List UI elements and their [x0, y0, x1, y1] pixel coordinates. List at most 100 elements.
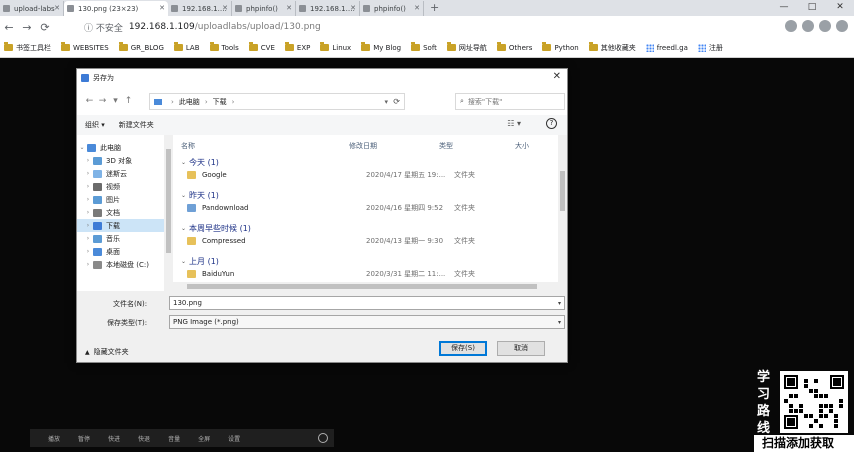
group-header[interactable]: ⌄ 今天 (1) — [181, 157, 219, 168]
chevron-right-icon[interactable]: › — [83, 209, 93, 216]
url-field[interactable]: ⓘ 不安全 192.168.1.109 /uploadlabs/upload/1… — [84, 19, 804, 35]
tree-item[interactable]: › 桌面 — [77, 245, 173, 258]
forward-button[interactable]: → — [18, 21, 36, 34]
chevron-right-icon[interactable]: › — [83, 222, 93, 229]
tree-item[interactable]: › 下载 — [77, 219, 173, 232]
profile-icon[interactable] — [819, 20, 831, 32]
cancel-button[interactable]: 取消 — [497, 341, 545, 356]
bookmark-item[interactable]: WEBSITES — [61, 42, 109, 52]
browser-tab[interactable]: upload-labs ✕ — [0, 1, 64, 16]
browser-tab[interactable]: 130.png (23×23) ✕ — [64, 1, 168, 16]
new-tab-button[interactable]: + — [424, 1, 445, 16]
chevron-right-icon[interactable]: › — [83, 183, 93, 190]
back-button[interactable]: ← — [0, 21, 18, 34]
extension-icon[interactable] — [785, 20, 797, 32]
list-scrollbar[interactable] — [558, 135, 567, 291]
horizontal-scrollbar[interactable] — [173, 282, 567, 291]
reload-button[interactable]: ⟳ — [36, 21, 54, 34]
player-control[interactable]: 暂停 — [78, 434, 90, 443]
bookmark-item[interactable]: freedl.ga — [645, 43, 688, 52]
browser-tab[interactable]: 192.168.1.109/upload/...✕ — [296, 1, 360, 16]
close-tab-icon[interactable]: ✕ — [286, 4, 292, 12]
column-size[interactable]: 大小 — [515, 141, 529, 151]
minimize-button[interactable]: — — [770, 0, 798, 16]
scroll-thumb[interactable] — [560, 171, 565, 211]
search-input[interactable]: ⌕ 搜索"下载" — [455, 93, 565, 110]
close-window-button[interactable]: ✕ — [826, 0, 854, 16]
chevron-down-icon[interactable]: ⌄ — [181, 258, 186, 265]
file-row[interactable]: Google 2020/4/17 星期五 19:... 文件夹 — [187, 168, 543, 182]
column-date[interactable]: 修改日期 — [349, 141, 377, 151]
bookmark-item[interactable]: My Blog — [361, 42, 401, 52]
dialog-close-button[interactable]: ✕ — [553, 71, 561, 82]
tree-item[interactable]: › 文档 — [77, 206, 173, 219]
file-row[interactable]: Compressed 2020/4/13 星期一 9:30 文件夹 — [187, 234, 543, 248]
bookmark-item[interactable]: 书签工具栏 — [4, 42, 51, 53]
chevron-down-icon[interactable]: ⌄ — [181, 225, 186, 232]
player-control[interactable]: 全屏 — [198, 434, 210, 443]
tree-item[interactable]: › 3D 对象 — [77, 154, 173, 167]
extension-icon[interactable] — [802, 20, 814, 32]
recent-dropdown-icon[interactable]: ▾ — [109, 96, 122, 106]
view-options-icon[interactable]: ☷ ▾ — [507, 119, 521, 128]
tree-item[interactable]: › 图片 — [77, 193, 173, 206]
chevron-down-icon[interactable]: ⌄ — [77, 144, 87, 151]
player-control[interactable]: 音量 — [168, 434, 180, 443]
refresh-icon[interactable]: ⟳ — [393, 97, 400, 106]
close-tab-icon[interactable]: ✕ — [222, 4, 228, 12]
help-button[interactable]: ? — [546, 118, 557, 129]
bookmark-item[interactable]: Python — [542, 42, 579, 52]
bookmark-item[interactable]: Linux — [320, 42, 351, 52]
chevron-down-icon[interactable]: ▾ — [558, 319, 561, 326]
save-button[interactable]: 保存(S) — [439, 341, 487, 356]
back-arrow-icon[interactable]: ← — [83, 96, 96, 106]
player-control[interactable]: 设置 — [228, 434, 240, 443]
file-row[interactable]: Pandownload 2020/4/16 星期四 9:52 文件夹 — [187, 201, 543, 215]
organize-button[interactable]: 组织 ▾ — [85, 120, 105, 130]
group-header[interactable]: ⌄ 昨天 (1) — [181, 190, 219, 201]
tree-item[interactable]: ⌄ 此电脑 — [77, 141, 173, 154]
bookmark-item[interactable]: LAB — [173, 42, 200, 52]
tree-item[interactable]: › 音乐 — [77, 232, 173, 245]
player-control[interactable]: 播放 — [48, 434, 60, 443]
close-tab-icon[interactable]: ✕ — [350, 4, 356, 12]
chevron-down-icon[interactable]: ⌄ — [181, 192, 186, 199]
bookmark-item[interactable]: 网址导航 — [446, 42, 487, 53]
scroll-thumb[interactable] — [187, 284, 537, 289]
bookmark-item[interactable]: EXP — [284, 42, 310, 52]
bookmark-item[interactable]: Others — [496, 42, 532, 52]
scroll-thumb[interactable] — [166, 149, 171, 253]
chevron-down-icon[interactable]: ⌄ — [181, 159, 186, 166]
chevron-right-icon[interactable]: › — [83, 157, 93, 164]
power-icon[interactable] — [318, 433, 328, 443]
tree-scrollbar[interactable] — [164, 135, 173, 291]
column-name[interactable]: 名称 — [181, 141, 195, 151]
bookmark-item[interactable]: Tools — [209, 42, 239, 52]
browser-tab[interactable]: 192.168.1.109/upload/...✕ — [168, 1, 232, 16]
bookmark-item[interactable]: Soft — [411, 42, 437, 52]
chevron-right-icon[interactable]: › — [83, 261, 93, 268]
hide-folders-toggle[interactable]: ▲ 隐藏文件夹 — [85, 347, 129, 357]
up-arrow-icon[interactable]: ↑ — [122, 96, 135, 106]
chevron-down-icon[interactable]: ▾ — [384, 98, 388, 106]
close-tab-icon[interactable]: ✕ — [159, 4, 165, 12]
bookmark-item[interactable]: 其他收藏夹 — [588, 42, 636, 53]
tree-item[interactable]: › 迷斯云 — [77, 167, 173, 180]
forward-arrow-icon[interactable]: → — [96, 96, 109, 106]
tree-item[interactable]: › 本地磁盘 (C:) — [77, 258, 173, 271]
chevron-right-icon[interactable]: › — [83, 235, 93, 242]
breadcrumb-current[interactable]: 下载 — [213, 97, 227, 107]
chevron-right-icon[interactable]: › — [83, 170, 93, 177]
menu-icon[interactable] — [836, 20, 848, 32]
close-tab-icon[interactable]: ✕ — [54, 4, 60, 12]
breadcrumb-root[interactable]: 此电脑 — [179, 97, 200, 107]
group-header[interactable]: ⌄ 上月 (1) — [181, 256, 219, 267]
breadcrumb[interactable]: › 此电脑 › 下载 › ▾ ⟳ — [149, 93, 405, 110]
chevron-down-icon[interactable]: ▾ — [558, 300, 561, 307]
close-tab-icon[interactable]: ✕ — [414, 4, 420, 12]
group-header[interactable]: ⌄ 本周早些时候 (1) — [181, 223, 251, 234]
security-indicator[interactable]: ⓘ 不安全 — [84, 21, 123, 34]
player-control[interactable]: 快进 — [108, 434, 120, 443]
browser-tab[interactable]: phpinfo() ✕ — [232, 1, 296, 16]
bookmark-item[interactable]: 注册 — [697, 43, 723, 53]
